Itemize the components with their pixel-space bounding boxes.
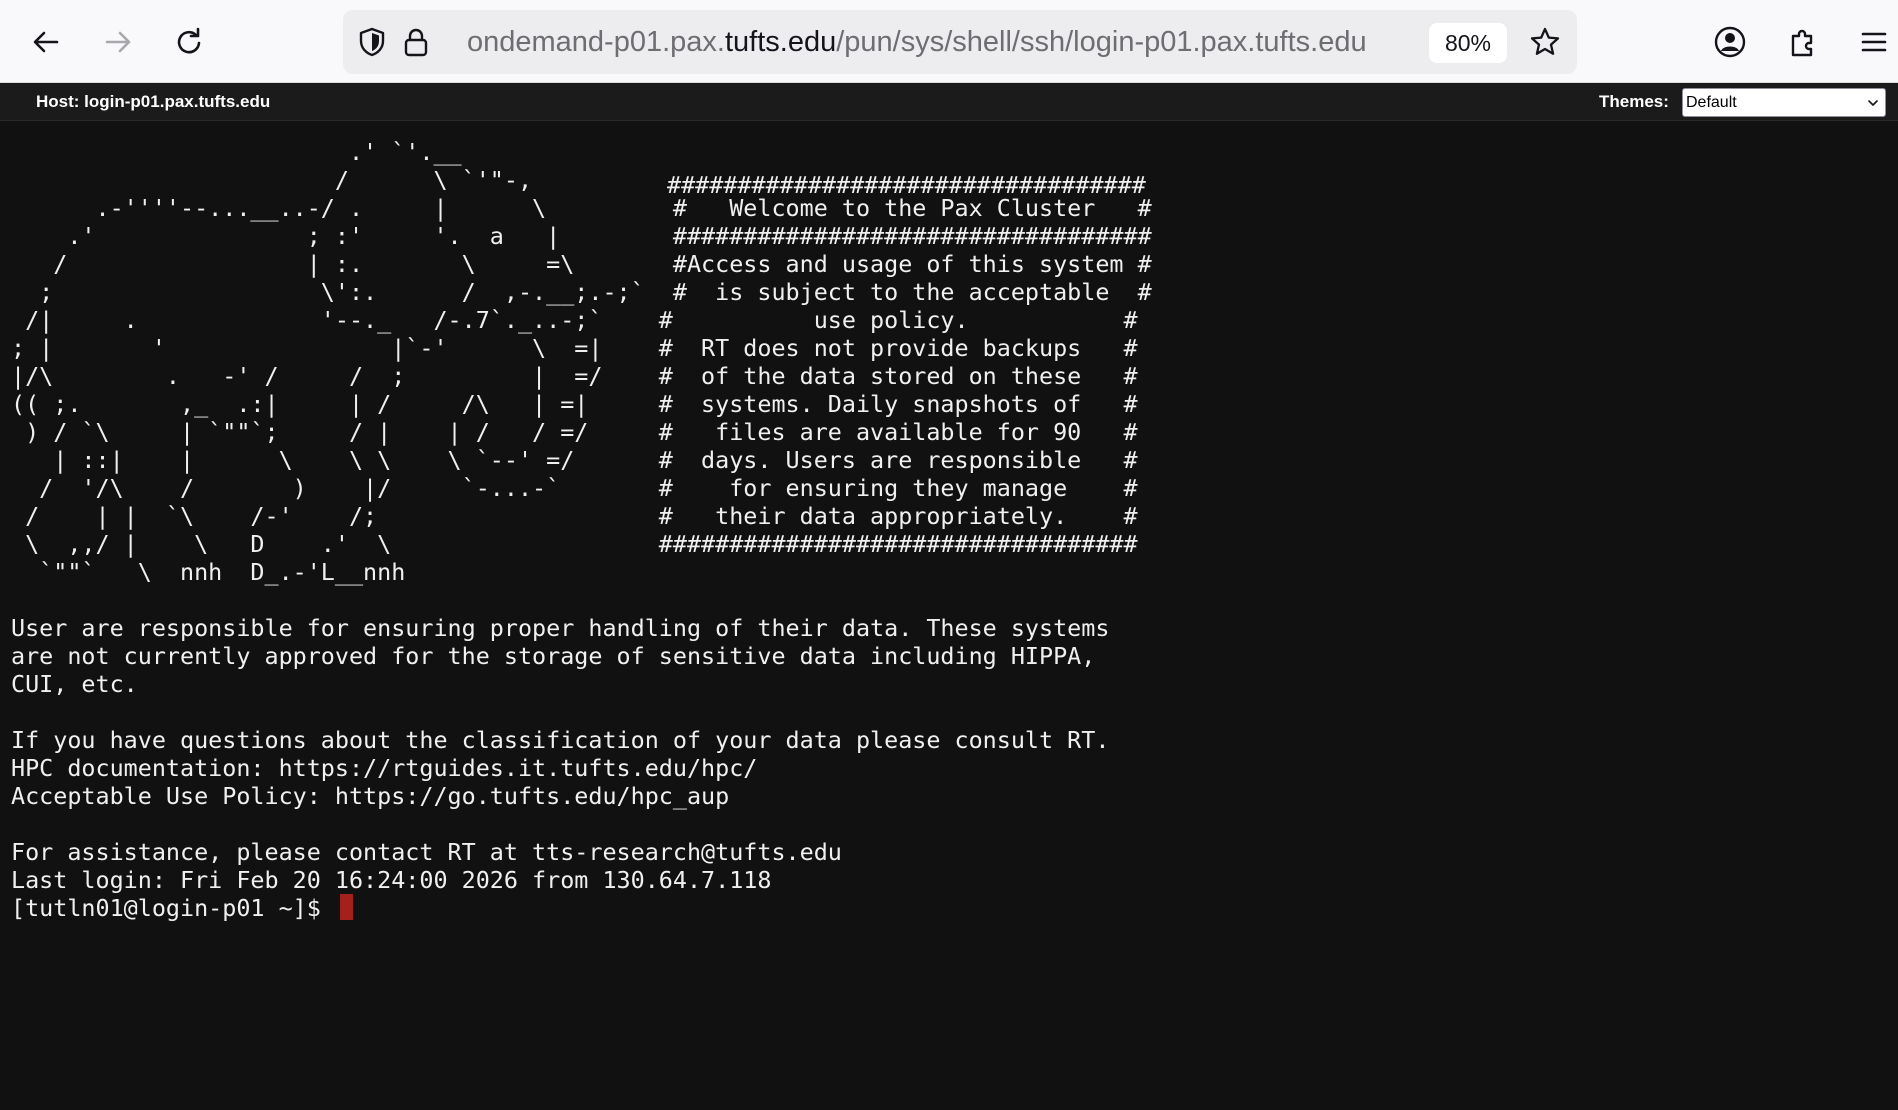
account-button[interactable]: [1708, 20, 1752, 64]
terminal-line: User are responsible for ensuring proper…: [11, 614, 1110, 642]
shield-icon[interactable]: [356, 26, 388, 58]
url-domain: tufts.edu: [724, 26, 837, 58]
shell-header: Host: login-p01.pax.tufts.edu Themes: De…: [0, 83, 1898, 121]
terminal-line: For assistance, please contact RT at tts…: [11, 838, 842, 866]
menu-button[interactable]: [1852, 20, 1896, 64]
url-prefix: ondemand-p01.pax.: [467, 26, 725, 58]
account-icon: [1714, 26, 1746, 58]
star-icon[interactable]: [1529, 26, 1561, 58]
extensions-button[interactable]: [1781, 20, 1825, 64]
zoom-level-button[interactable]: 80%: [1429, 23, 1507, 63]
terminal-line: ; | ' |`-' \ =| # RT does not provide ba…: [11, 334, 1138, 362]
browser-toolbar: ondemand-p01.pax.tufts.edu/pun/sys/shell…: [0, 0, 1898, 83]
terminal-line: HPC documentation: https://rtguides.it.t…: [11, 754, 758, 782]
terminal-line: / | | `\ /-' /; # their data appropriate…: [11, 502, 1138, 530]
url-path: /pun/sys/shell/ssh/login-p01.pax.tufts.e…: [836, 26, 1367, 58]
terminal-line: ; \':. / ,-.__;.-;` # is subject to the …: [11, 278, 1152, 306]
terminal[interactable]: ################################## .' `'…: [0, 121, 1898, 1110]
terminal-cursor: [340, 894, 353, 920]
terminal-line: |/\ . -' / / ; | =/ # of the data stored…: [11, 362, 1138, 390]
terminal-line: .' `'.__: [11, 138, 462, 166]
terminal-line: (( ;. ,_ .:| | / /\ | =| # systems. Dail…: [11, 390, 1138, 418]
terminal-line: Acceptable Use Policy: https://go.tufts.…: [11, 782, 730, 810]
terminal-line: ) / `\ | `""`; / | | / / =/ # files are …: [11, 418, 1138, 446]
terminal-line: If you have questions about the classifi…: [11, 726, 1110, 754]
address-bar[interactable]: ondemand-p01.pax.tufts.edu/pun/sys/shell…: [343, 10, 1577, 74]
url-text[interactable]: ondemand-p01.pax.tufts.edu/pun/sys/shell…: [467, 10, 1367, 74]
terminal-line: / '/\ / ) |/ `-...-` # for ensuring they…: [11, 474, 1138, 502]
themes-select-value: Default: [1686, 94, 1737, 111]
back-arrow-icon: [33, 31, 59, 53]
terminal-prompt: [tutln01@login-p01 ~]$: [11, 894, 335, 922]
hamburger-menu-icon: [1861, 32, 1887, 52]
forward-button[interactable]: [96, 20, 140, 64]
terminal-line: .' ; :' '. a | #########################…: [11, 222, 1152, 250]
back-button[interactable]: [24, 20, 68, 64]
themes-select[interactable]: Default: [1682, 88, 1886, 117]
terminal-line: `""` \ nnh D_.-'L__nnh: [11, 558, 406, 586]
puzzle-icon: [1791, 29, 1813, 57]
terminal-line: .-''''--...__..-/ . | \ # Welcome to the…: [11, 194, 1152, 222]
reload-icon: [177, 27, 201, 54]
lock-icon[interactable]: [400, 26, 432, 58]
terminal-line: are not currently approved for the stora…: [11, 642, 1096, 670]
terminal-line: / | :. \ =\ #Access and usage of this sy…: [11, 250, 1152, 278]
host-label: Host: login-p01.pax.tufts.edu: [36, 92, 271, 111]
terminal-line: / \ `'"-,: [11, 166, 533, 194]
terminal-line: CUI, etc.: [11, 670, 138, 698]
forward-arrow-icon: [105, 31, 131, 53]
terminal-line: /| . '--._ /-.7`._..-;` # use policy. #: [11, 306, 1138, 334]
terminal-line: \ ,,/ | \ D .' \ #######################…: [11, 530, 1138, 558]
terminal-line: | ::| | \ \ \ \ `--' =/ # days. Users ar…: [11, 446, 1138, 474]
themes-label: Themes:: [1599, 92, 1669, 111]
reload-button[interactable]: [168, 20, 212, 64]
terminal-line: Last login: Fri Feb 20 16:24:00 2026 fro…: [11, 866, 772, 894]
chevron-down-icon: [1868, 100, 1878, 106]
